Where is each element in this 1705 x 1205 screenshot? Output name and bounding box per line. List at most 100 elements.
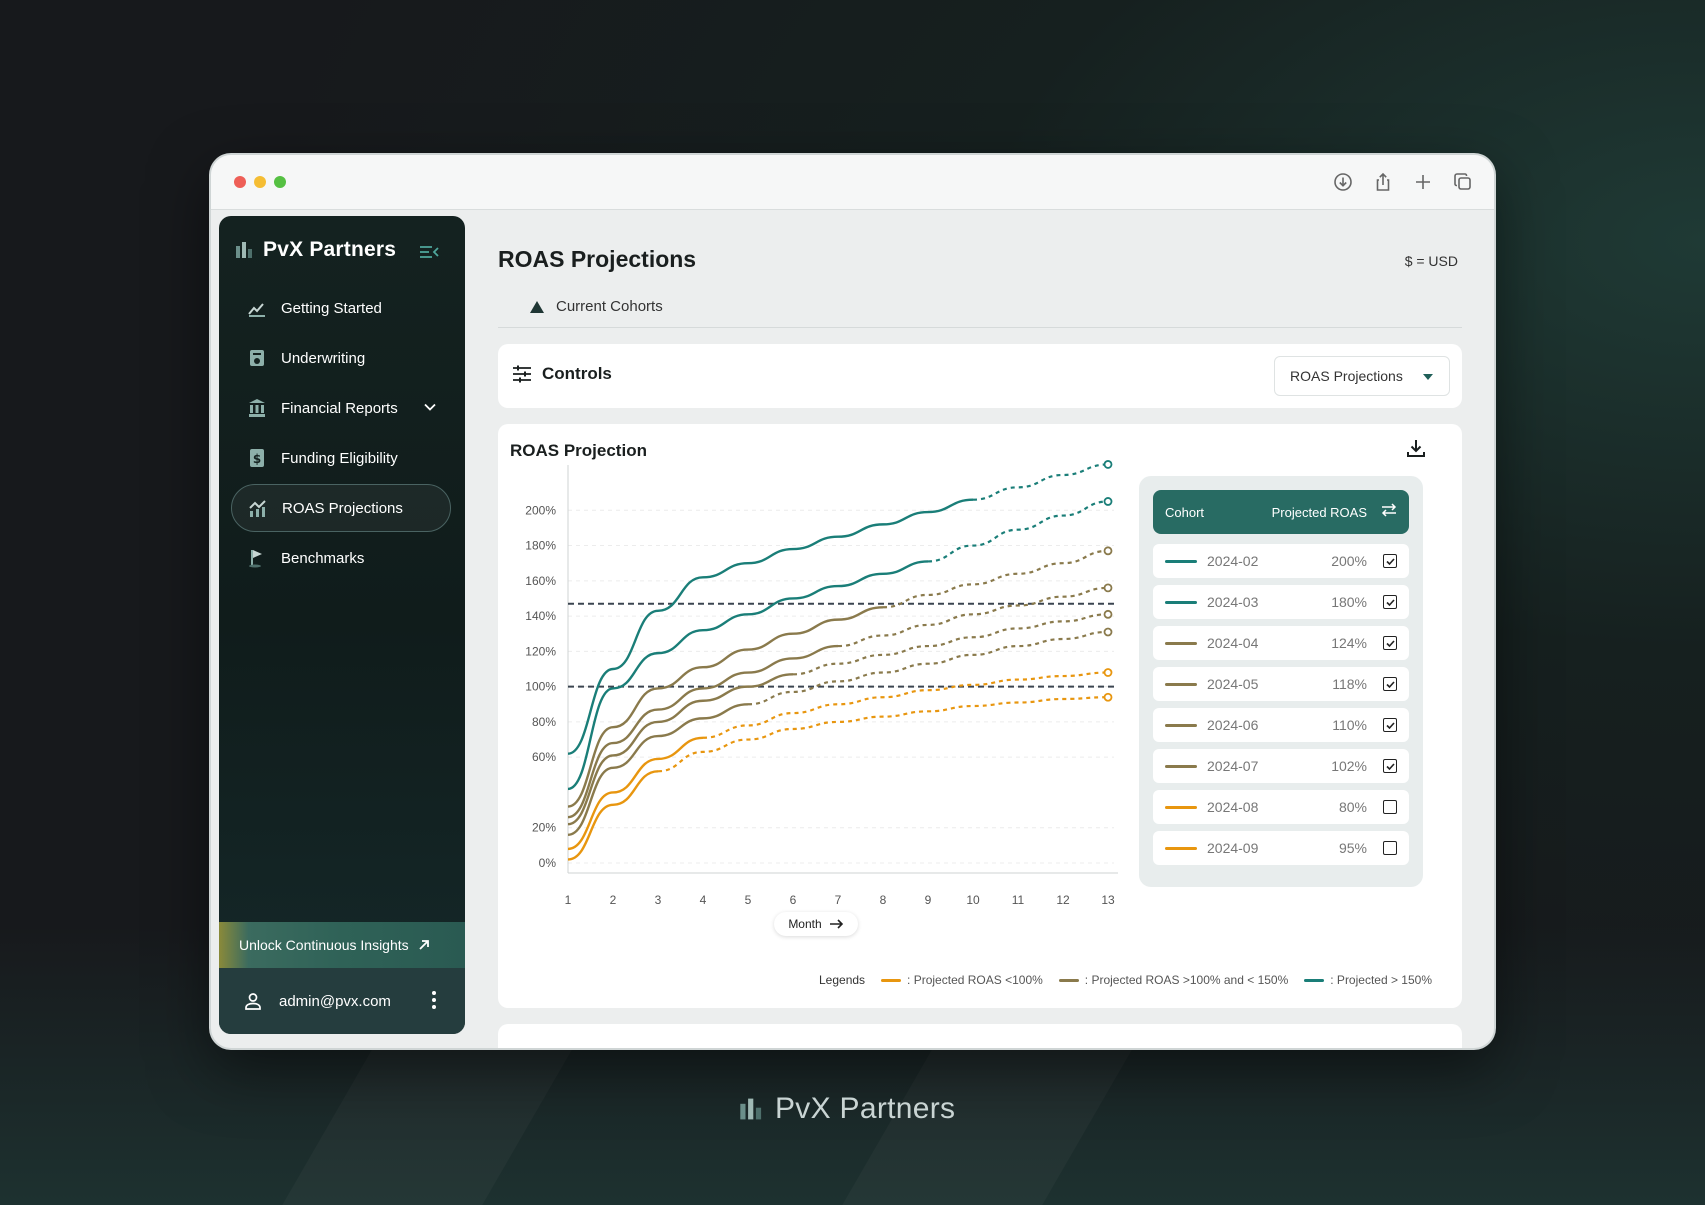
y-tick-label: 100% [525, 680, 556, 694]
download-icon[interactable] [1406, 438, 1426, 463]
series-end-point [1103, 692, 1113, 702]
series-line-projected [702, 671, 1109, 739]
checkbox-checked[interactable] [1383, 677, 1397, 691]
user-email: admin@pvx.com [279, 992, 391, 1010]
series-end-point [1103, 668, 1113, 677]
x-tick-label: 10 [966, 893, 980, 907]
col-projected-roas: Projected ROAS [1271, 505, 1367, 520]
series-line-actual [567, 560, 929, 791]
brand-name: PvX Partners [263, 238, 397, 261]
svg-text:$: $ [253, 452, 261, 466]
checkbox-unchecked[interactable] [1383, 841, 1397, 855]
checkbox-checked[interactable] [1383, 759, 1397, 773]
currency-indicator: $ = USD [1404, 253, 1458, 269]
cohort-row[interactable]: 2024-08 80% [1153, 790, 1409, 824]
checkbox-checked[interactable] [1383, 595, 1397, 609]
cohort-roas: 200% [1331, 553, 1367, 569]
sidebar-item-financial-reports[interactable]: Financial Reports [231, 384, 451, 432]
series-line-projected [972, 463, 1109, 501]
x-tick-label: 1 [565, 893, 572, 907]
series-line-projected [657, 696, 1109, 773]
tab-label: Current Cohorts [556, 298, 663, 315]
trend-chart-icon [248, 498, 268, 518]
sidebar-item-getting-started[interactable]: Getting Started [231, 284, 451, 332]
plus-icon[interactable] [1412, 171, 1434, 193]
minimize-window-button[interactable] [254, 176, 266, 188]
series-swatch [1165, 560, 1197, 563]
download-circle-icon[interactable] [1332, 171, 1354, 193]
checkbox-checked[interactable] [1383, 718, 1397, 732]
sidebar-item-funding-eligibility[interactable]: $ Funding Eligibility [231, 434, 451, 482]
series-end-point [1103, 609, 1113, 619]
swap-sort-icon[interactable] [1381, 503, 1397, 520]
cohort-roas: 102% [1331, 758, 1367, 774]
chart-title: ROAS Projection [510, 441, 647, 460]
close-window-button[interactable] [234, 176, 246, 188]
series-swatch [1165, 642, 1197, 645]
x-tick-label: 4 [700, 893, 707, 907]
series-end-point [1103, 497, 1113, 506]
x-tick-label: 3 [655, 893, 662, 907]
cohort-row[interactable]: 2024-07 102% [1153, 749, 1409, 783]
x-tick-label: 8 [880, 893, 887, 907]
series-end-point [1103, 583, 1113, 593]
legend-text: : Projected > 150% [1330, 973, 1432, 987]
bank-icon [247, 398, 267, 418]
cohort-roas: 80% [1338, 799, 1367, 815]
cohort-row[interactable]: 2024-06 110% [1153, 708, 1409, 742]
sidebar-item-roas-projections[interactable]: ROAS Projections [231, 484, 451, 532]
x-tick-label: 11 [1012, 893, 1025, 907]
more-options-icon[interactable] [431, 990, 437, 1014]
sidebar-item-underwriting[interactable]: Underwriting [231, 334, 451, 382]
maximize-window-button[interactable] [274, 176, 286, 188]
brand-logo[interactable]: PvX Partners [235, 238, 396, 262]
series-swatch [1165, 724, 1197, 727]
cohort-row[interactable]: 2024-04 124% [1153, 626, 1409, 660]
cohort-name: 2024-04 [1207, 635, 1259, 651]
legend-item-100-150: : Projected ROAS >100% and < 150% [1058, 973, 1288, 987]
y-tick-label: 60% [532, 750, 556, 764]
copy-icon[interactable] [1452, 171, 1474, 193]
series-swatch [1165, 683, 1197, 686]
checkbox-checked[interactable] [1383, 554, 1397, 568]
flag-icon [247, 548, 267, 568]
getting-started-icon [247, 298, 267, 318]
triangle-icon [530, 300, 544, 313]
cohort-row[interactable]: 2024-02 200% [1153, 544, 1409, 578]
y-tick-label: 160% [525, 574, 556, 588]
unlock-insights-button[interactable]: Unlock Continuous Insights [219, 922, 465, 968]
x-tick-label: 5 [745, 893, 752, 907]
title-bar [211, 155, 1494, 210]
series-line-actual [567, 644, 839, 819]
cohort-roas: 124% [1331, 635, 1367, 651]
month-axis-label: Month [774, 912, 858, 936]
main-content: ROAS Projections $ = USD Current Cohorts… [498, 210, 1494, 1048]
cohort-row[interactable]: 2024-09 95% [1153, 831, 1409, 865]
x-tick-label: 6 [790, 893, 797, 907]
user-account[interactable]: admin@pvx.com [219, 968, 465, 1034]
chart-legends: Legends : Projected ROAS <100% : Project… [819, 973, 1442, 987]
share-icon[interactable] [1372, 171, 1394, 193]
sidebar-item-benchmarks[interactable]: Benchmarks [231, 534, 451, 582]
cohort-name: 2024-06 [1207, 717, 1259, 733]
series-swatch [1165, 601, 1197, 604]
arrow-up-right-icon [419, 940, 429, 950]
series-swatch [1165, 847, 1197, 850]
series-end-point [1103, 546, 1113, 556]
dollar-doc-icon: $ [247, 448, 267, 468]
cohort-row[interactable]: 2024-05 118% [1153, 667, 1409, 701]
checkbox-checked[interactable] [1383, 636, 1397, 650]
legend-swatch [1058, 978, 1079, 982]
check-icon [1385, 762, 1395, 770]
checkbox-unchecked[interactable] [1383, 800, 1397, 814]
pvx-logo-icon [740, 1098, 762, 1120]
cohort-legend-header: Cohort Projected ROAS [1153, 490, 1409, 534]
chevron-down-icon[interactable] [423, 400, 437, 418]
next-section-card [498, 1024, 1462, 1048]
tab-current-cohorts[interactable]: Current Cohorts [530, 298, 663, 315]
unlock-insights-label: Unlock Continuous Insights [239, 937, 409, 953]
collapse-sidebar-icon[interactable] [419, 244, 439, 265]
projection-type-select[interactable]: ROAS Projections [1274, 356, 1450, 396]
legends-label: Legends [819, 973, 866, 987]
cohort-row[interactable]: 2024-03 180% [1153, 585, 1409, 619]
